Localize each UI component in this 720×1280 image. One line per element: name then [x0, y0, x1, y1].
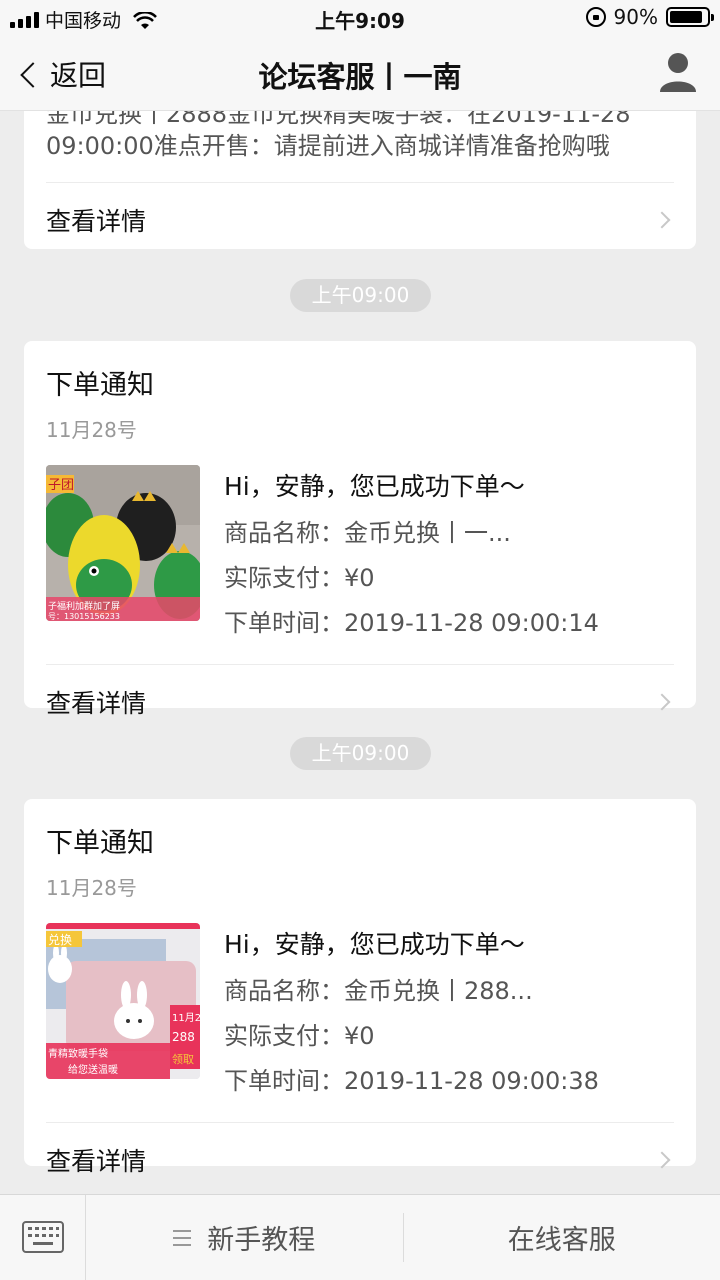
product-name-value: 金币兑换丨一...	[344, 519, 511, 547]
menu-tutorial-label: 新手教程	[207, 1225, 316, 1256]
product-thumbnail: 子团 子福利加群加了屏 号：13015156233	[46, 465, 200, 621]
thumb-text-bottom: 子福利加群加了屏	[48, 600, 120, 612]
order-notification-card[interactable]: 下单通知 11月28号 子团 子福利加群加了屏 号：13015156233 Hi…	[24, 341, 696, 718]
order-time-label: 下单时间：	[224, 1067, 344, 1095]
card-title: 下单通知	[46, 370, 154, 401]
thumb-text-side2: 288	[172, 1030, 195, 1044]
menu-online-service-label: 在线客服	[507, 1225, 616, 1256]
view-details-label: 查看详情	[46, 1147, 147, 1176]
chat-area[interactable]: 金币兑换丨2888金币兑换精美暖手袋：在2019-11-28 09:00:00准…	[0, 0, 720, 1194]
product-name-value: 金币兑换丨288...	[344, 977, 533, 1005]
status-bar: 中国移动 上午9:09 90%	[0, 0, 720, 36]
order-greeting: Hi，安静，您已成功下单～	[224, 472, 525, 501]
view-details-label: 查看详情	[46, 689, 147, 718]
thumb-text-bottom2: 给您送温暖	[68, 1063, 118, 1076]
bottom-menu-bar: 新手教程 在线客服	[0, 1194, 720, 1280]
product-name-row: 商品名称：金币兑换丨一...	[224, 513, 599, 548]
orientation-lock-icon	[585, 7, 606, 27]
payment-row: 实际支付：¥0	[224, 1016, 599, 1051]
battery-icon	[666, 7, 714, 27]
payment-row: 实际支付：¥0	[224, 558, 599, 593]
chevron-right-icon	[653, 693, 671, 711]
order-time-value: 2019-11-28 09:00:14	[344, 609, 599, 637]
menu-icon	[173, 1229, 192, 1246]
chevron-right-icon	[653, 211, 671, 229]
order-time-row: 下单时间：2019-11-28 09:00:38	[224, 1061, 599, 1096]
product-name-label: 商品名称：	[224, 519, 344, 547]
view-details-label: 查看详情	[46, 207, 147, 236]
battery-percent: 90%	[613, 5, 658, 29]
payment-value: ¥0	[344, 564, 375, 592]
timestamp-pill: 上午09:00	[290, 279, 431, 312]
timestamp-pill: 上午09:00	[290, 737, 431, 770]
payment-label: 实际支付：	[224, 1022, 344, 1050]
page-title: 论坛客服丨一南	[258, 60, 462, 94]
keyboard-icon	[22, 1221, 64, 1253]
order-time-value: 2019-11-28 09:00:38	[344, 1067, 599, 1095]
profile-button[interactable]	[658, 50, 698, 94]
thumb-text-bottom: 青精致暖手袋	[48, 1047, 108, 1060]
top-bar: 中国移动 上午9:09 90% 返回 论坛客服丨一南	[0, 0, 720, 111]
menu-online-service[interactable]: 在线客服	[404, 1195, 720, 1280]
battery-fill	[670, 11, 703, 23]
payment-label: 实际支付：	[224, 564, 344, 592]
thumb-text-top: 子团	[48, 478, 74, 493]
dinosaur-backpack-image: 子团 子福利加群加了屏 号：13015156233	[46, 465, 200, 621]
product-thumbnail: 兑换 11月2 288 领取 青精致暖手袋 给您送温暖	[46, 923, 200, 1079]
order-time-row: 下单时间：2019-11-28 09:00:14	[224, 603, 599, 638]
card-title: 下单通知	[46, 828, 154, 859]
user-icon	[660, 53, 696, 92]
thumb-text-side3: 领取	[172, 1053, 194, 1066]
product-name-row: 商品名称：金币兑换丨288...	[224, 971, 599, 1006]
order-time-label: 下单时间：	[224, 609, 344, 637]
hand-warmer-image: 兑换 11月2 288 领取 青精致暖手袋 给您送温暖	[46, 923, 200, 1079]
thumb-text-bottom2: 号：13015156233	[48, 612, 120, 621]
view-details-link[interactable]: 查看详情	[24, 1123, 696, 1197]
card-date: 11月28号	[46, 418, 137, 442]
product-name-label: 商品名称：	[224, 977, 344, 1005]
chevron-right-icon	[653, 1151, 671, 1169]
thumb-text-side1: 11月2	[172, 1012, 200, 1024]
view-details-link[interactable]: 查看详情	[24, 183, 696, 257]
card-date: 11月28号	[46, 876, 137, 900]
navigation-bar: 返回 论坛客服丨一南	[0, 36, 720, 111]
thumb-text-top: 兑换	[48, 933, 72, 947]
order-notification-card[interactable]: 下单通知 11月28号 兑换 11月2 288 领取 青精致暖手袋 给您送温暖 …	[24, 799, 696, 1176]
payment-value: ¥0	[344, 1022, 375, 1050]
order-greeting: Hi，安静，您已成功下单～	[224, 930, 525, 959]
menu-tutorial[interactable]: 新手教程	[86, 1195, 403, 1280]
view-details-link[interactable]: 查看详情	[24, 665, 696, 739]
keyboard-toggle-button[interactable]	[0, 1195, 86, 1280]
